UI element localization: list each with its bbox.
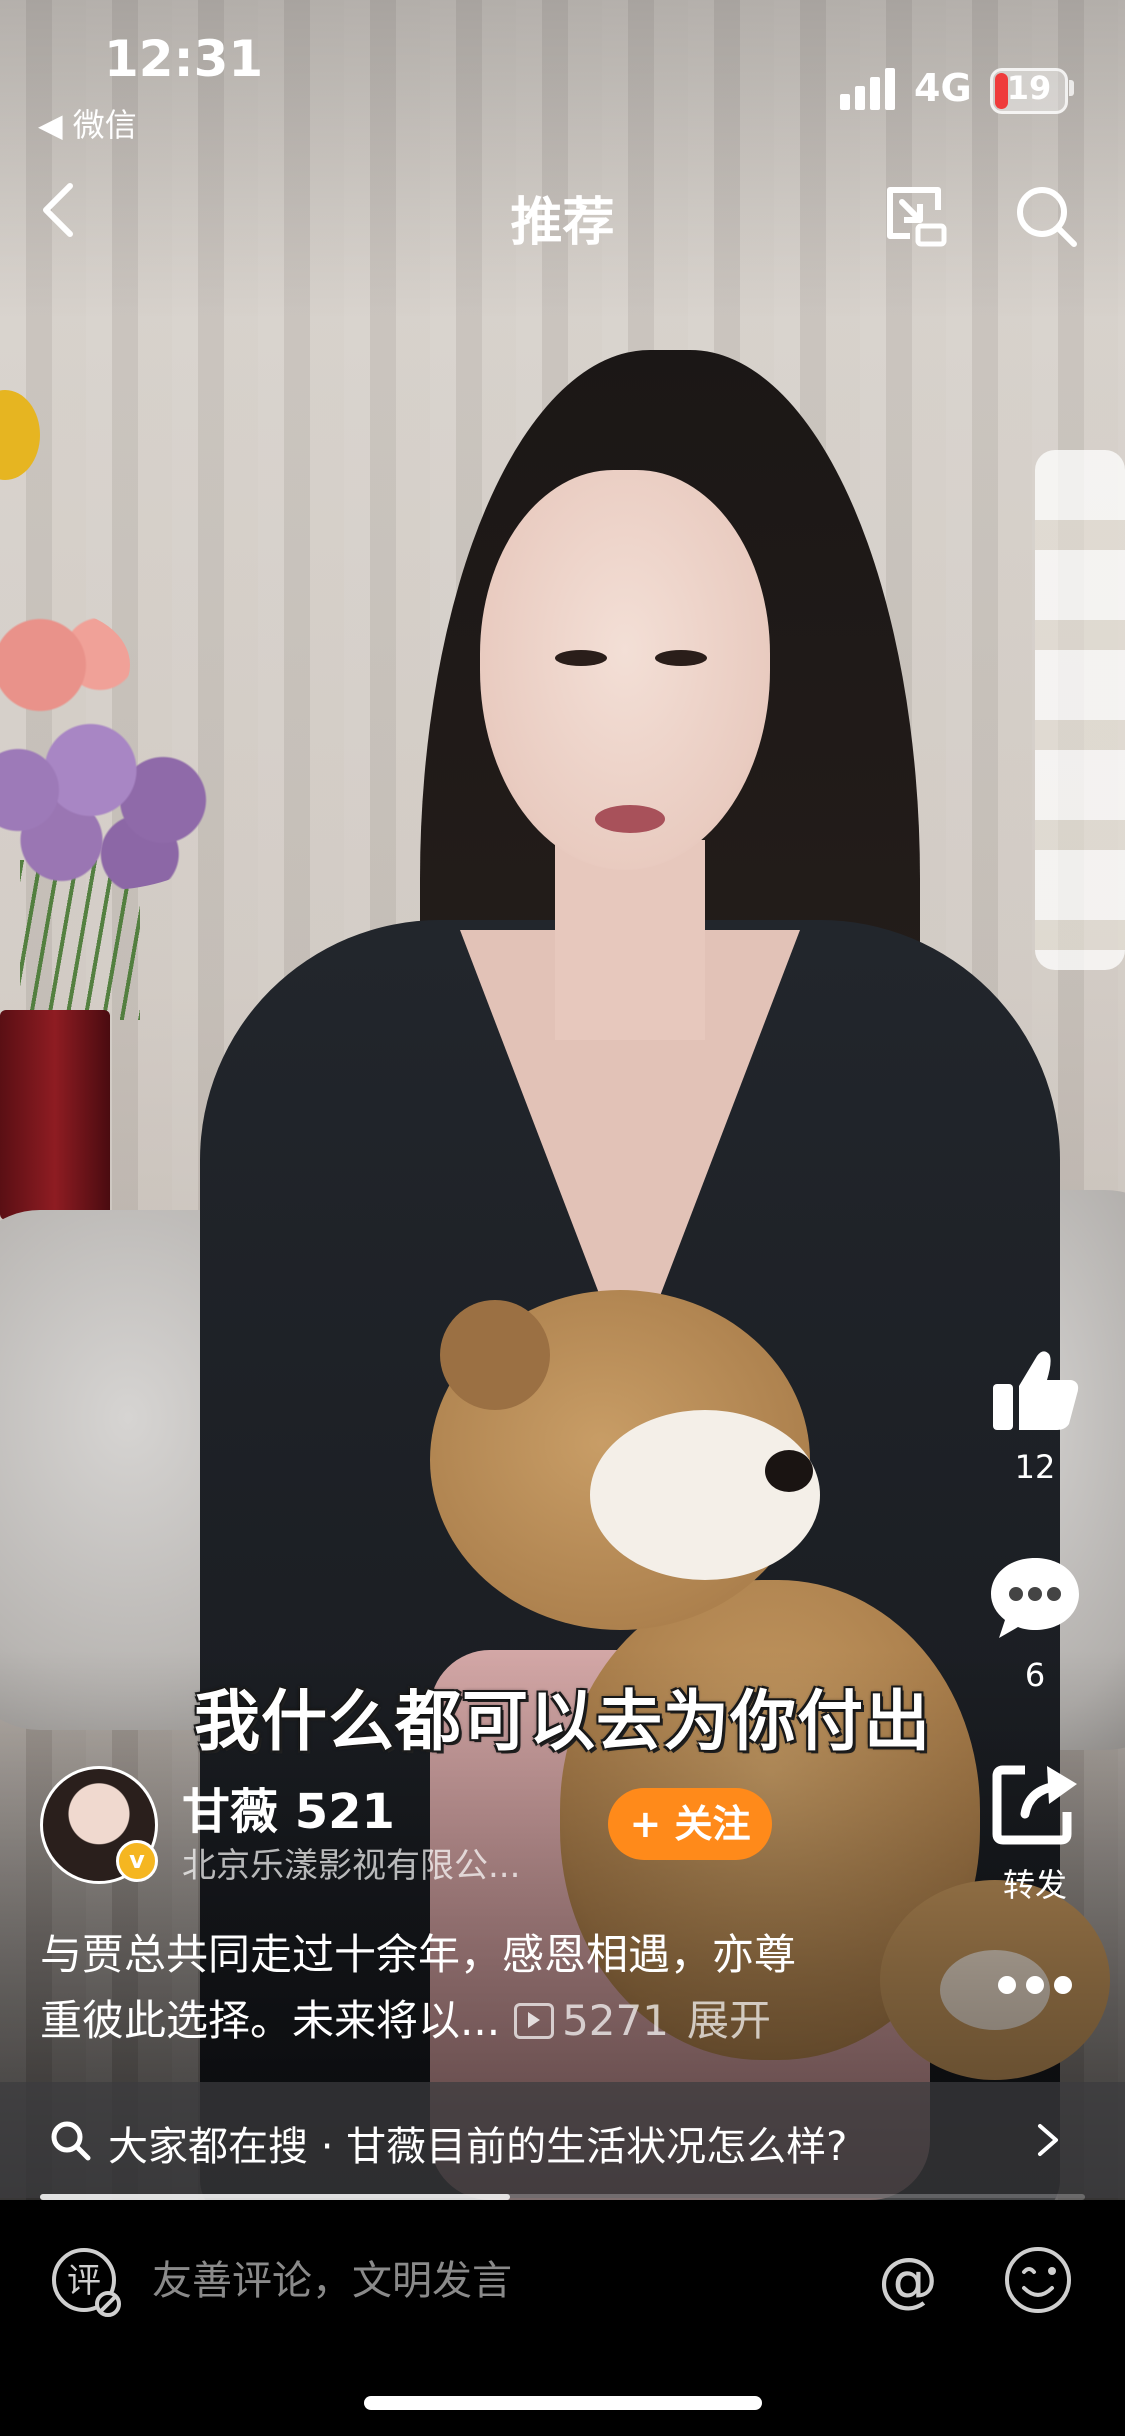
comment-bubble-icon bbox=[991, 1558, 1079, 1638]
person-neck bbox=[555, 840, 705, 1040]
video-subtitle: 我什么都可以去为你付出 bbox=[194, 1683, 931, 1760]
search-suggestion-text: 大家都在搜 · 甘薇目前的生活状况怎么样? bbox=[108, 2124, 848, 2170]
mention-at-icon[interactable]: @ bbox=[870, 2242, 946, 2318]
search-icon[interactable] bbox=[1010, 180, 1082, 252]
caption-line-2: 重彼此选择。未来将以... 5271 展开 bbox=[40, 1988, 920, 2054]
comment-icon-glyph: 评 bbox=[67, 2261, 101, 2301]
search-icon bbox=[51, 2121, 91, 2161]
comment-input-icon[interactable]: 评 bbox=[48, 2244, 124, 2320]
back-to-app-link[interactable]: ◀ 微信 bbox=[38, 100, 137, 146]
at-glyph: @ bbox=[878, 2245, 938, 2315]
expand-caption-link[interactable]: 展开 bbox=[687, 1996, 771, 2045]
author-organization: 北京乐漾影视有限公... bbox=[182, 1846, 521, 1886]
comment-button[interactable]: 6 bbox=[975, 1548, 1095, 1694]
follow-button[interactable]: + 关注 bbox=[608, 1788, 772, 1860]
battery-icon: 19 bbox=[990, 68, 1068, 114]
signal-icon bbox=[840, 66, 900, 110]
flower-decoration bbox=[0, 390, 40, 480]
like-button[interactable]: 12 bbox=[975, 1340, 1095, 1486]
person-eye-left bbox=[555, 650, 607, 666]
person-mouth bbox=[595, 805, 665, 833]
caption-line-2-text: 重彼此选择。未来将以... bbox=[40, 1996, 501, 2045]
chevron-right-icon bbox=[1038, 2124, 1058, 2156]
play-count-icon bbox=[514, 2003, 555, 2039]
purple-roses bbox=[0, 690, 250, 890]
shell-lamp bbox=[1035, 450, 1125, 970]
page-title[interactable]: 推荐 bbox=[0, 180, 1125, 255]
emoji-icon[interactable] bbox=[1000, 2242, 1076, 2318]
battery-tip bbox=[1069, 80, 1074, 96]
person-eye-right bbox=[655, 650, 707, 666]
cast-icon[interactable] bbox=[880, 180, 952, 252]
comment-count: 6 bbox=[1024, 1656, 1046, 1694]
video-caption[interactable]: 与贾总共同走过十余年，感恩相遇，亦尊 重彼此选择。未来将以... 5271 展开 bbox=[40, 1922, 920, 2054]
caption-line-1: 与贾总共同走过十余年，感恩相遇，亦尊 bbox=[40, 1930, 797, 1979]
more-button[interactable] bbox=[975, 1970, 1095, 2000]
home-indicator[interactable] bbox=[364, 2396, 762, 2410]
like-count: 12 bbox=[1014, 1448, 1056, 1486]
author-name[interactable]: 甘薇 521 bbox=[182, 1772, 395, 1842]
video-player[interactable] bbox=[0, 0, 1125, 2200]
teddy-bear-muzzle bbox=[590, 1410, 820, 1580]
share-button[interactable]: 转发 bbox=[975, 1752, 1095, 1906]
red-vase bbox=[0, 1010, 110, 1220]
back-chevron-icon[interactable] bbox=[30, 180, 90, 240]
teddy-bear-ear bbox=[440, 1300, 550, 1410]
verified-badge-icon: v bbox=[116, 1840, 158, 1882]
teddy-bear-nose bbox=[765, 1450, 813, 1492]
share-label: 转发 bbox=[1002, 1866, 1067, 1904]
status-time: 12:31 bbox=[104, 30, 264, 88]
search-suggestion-bar[interactable]: 大家都在搜 · 甘薇目前的生活状况怎么样? bbox=[0, 2082, 1125, 2198]
battery-percent: 19 bbox=[1006, 69, 1052, 107]
comment-input[interactable]: 友善评论，文明发言 bbox=[152, 2248, 512, 2306]
thumbs-up-icon bbox=[993, 1351, 1079, 1430]
video-feed-screen: 我什么都可以去为你付出 12:31 ◀ 微信 4G 19 推荐 12 6 转发 … bbox=[0, 0, 1125, 2436]
share-icon bbox=[992, 1765, 1077, 1845]
more-dots-icon bbox=[998, 1976, 1072, 1994]
view-count: 5271 bbox=[562, 1996, 669, 2045]
network-type: 4G bbox=[914, 66, 972, 110]
